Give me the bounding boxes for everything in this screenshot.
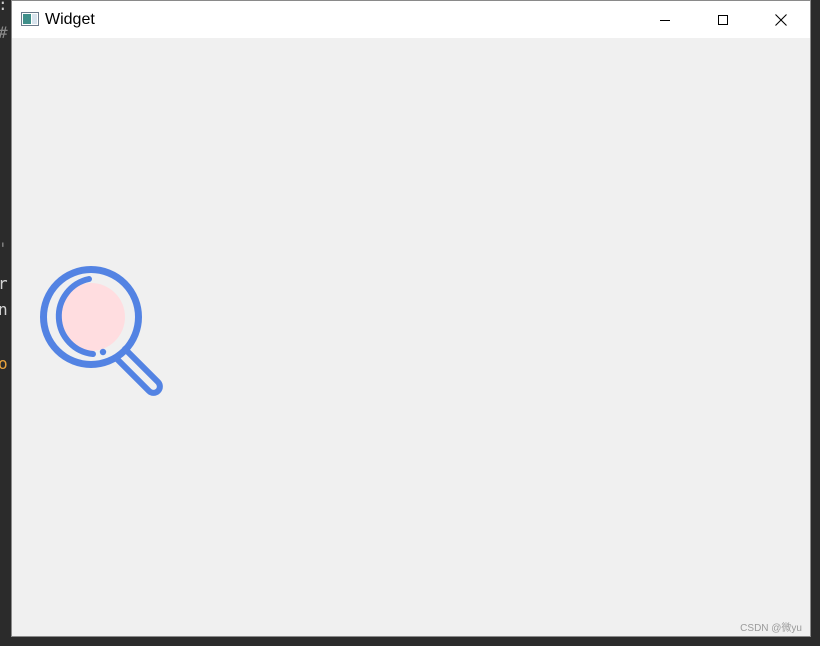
background-code-fragment: n — [0, 300, 8, 319]
client-area: CSDN @微yu — [12, 38, 810, 636]
close-icon — [775, 13, 787, 26]
app-window-icon — [21, 12, 39, 26]
background-code-fragment: # — [0, 24, 8, 42]
title-bar[interactable]: Widget — [12, 1, 810, 38]
watermark: CSDN @微yu — [740, 623, 802, 634]
magnifier-highlight-dot — [99, 348, 107, 356]
background-code-fragment: : — [0, 0, 8, 14]
window-title: Widget — [45, 11, 95, 28]
background-code-fragment: o — [0, 354, 8, 373]
background-code-fragment: ' — [0, 240, 8, 258]
minimize-button[interactable] — [636, 1, 694, 38]
background-code-fragment: r — [0, 274, 8, 293]
background-editor-bottom — [0, 637, 820, 646]
close-button[interactable] — [752, 1, 810, 38]
magnifier-icon[interactable] — [37, 263, 171, 399]
minimize-icon — [660, 19, 670, 21]
maximize-button[interactable] — [694, 1, 752, 38]
widget-window[interactable]: Widget CSDN @微yu — [11, 0, 811, 637]
maximize-icon — [718, 14, 728, 25]
background-editor-right — [811, 0, 820, 646]
